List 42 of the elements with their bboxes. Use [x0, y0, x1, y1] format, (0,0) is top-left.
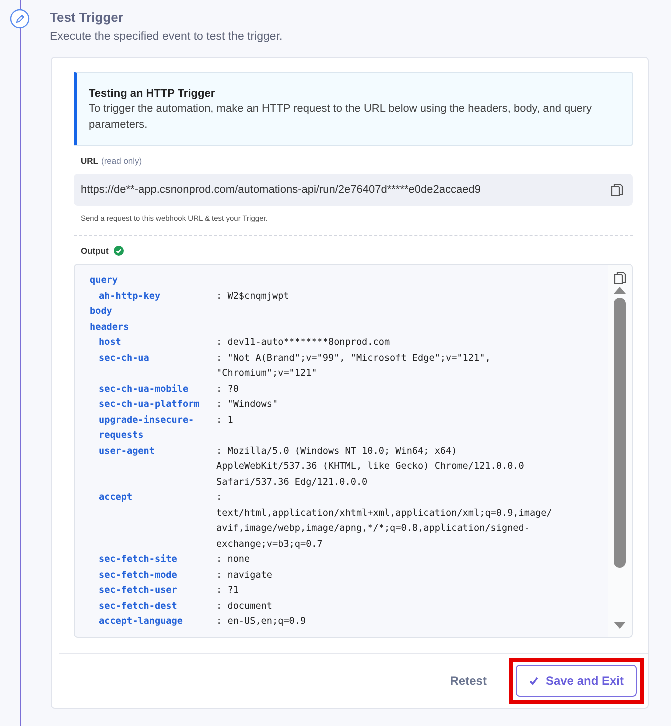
code-key: sec-fetch-user	[99, 583, 217, 598]
check-icon	[528, 676, 539, 686]
code-value: : Mozilla/5.0 (Windows NT 10.0; Win64; x64) AppleWebKit/537.36 (KHTML, like Gecko) Chrome/121.0.0.0 Safari/537.36 Edg/121.0.0.0	[216, 444, 526, 490]
copy-icon[interactable]	[611, 183, 623, 197]
pencil-icon	[10, 9, 30, 29]
code-value: : navigate	[216, 568, 274, 582]
code-key: accept	[99, 490, 217, 552]
code-key: ah-http-key	[99, 288, 217, 304]
code-value: : W2$cnqmjwpt	[216, 290, 290, 304]
copy-icon[interactable]	[614, 271, 626, 285]
code-key: sec-fetch-mode	[99, 568, 217, 583]
step-description: Execute the specified event to test the trigger.	[50, 31, 284, 43]
code-key: headers	[90, 320, 608, 335]
code-key: sec-ch-ua-mobile	[99, 382, 217, 397]
url-label: URL	[81, 156, 98, 166]
code-key: query	[90, 273, 608, 288]
code-value: : "Not A(Brand";v="99", "Microsoft Edge";v="121", "Chromium";v="121"	[216, 352, 492, 381]
code-key: host	[99, 335, 217, 350]
output-label: Output	[81, 246, 109, 256]
code-key: user-agent	[99, 444, 217, 490]
code-key: sec-fetch-dest	[99, 598, 217, 614]
code-key: accept-language	[99, 614, 217, 630]
retest-button[interactable]: Retest	[440, 666, 497, 696]
save-button[interactable]: Save and Exit	[516, 665, 637, 697]
code-value: : none	[216, 553, 252, 567]
code-value: : 1	[216, 414, 234, 428]
code-value: : ?0	[216, 382, 240, 396]
code-key: sec-ch-ua-platform	[99, 397, 217, 412]
code-key: sec-fetch-site	[99, 552, 217, 568]
info-title: Testing an HTTP Trigger	[89, 88, 216, 100]
code-value: : dev11-auto********8onprod.com	[216, 336, 392, 350]
code-key: sec-ch-ua	[99, 350, 217, 382]
code-value: : text/html,application/xhtml+xml,application/xml;q=0.9,image/avif,image/webp,image/apng,*/*;q=0.8,application/signed-exchange;v=b3;q=0.7	[216, 491, 552, 552]
code-value: : document	[216, 600, 274, 614]
code-value: : en-US,en;q=0.9	[216, 615, 308, 629]
info-text: To trigger the automation, make an HTTP request to the URL below using the headers, body, and query parameters.	[89, 102, 594, 133]
code-key: body	[90, 304, 608, 320]
code-value: : ?1	[216, 584, 240, 598]
code-value: : "Windows"	[216, 398, 280, 412]
read-only-hint: (read only)	[101, 156, 142, 166]
url-field[interactable]: https://de**-app.csnonprod.com/automations-api/run/2e76407d*****e0de2accaed9	[74, 174, 633, 206]
step-title: Test Trigger	[50, 10, 124, 25]
